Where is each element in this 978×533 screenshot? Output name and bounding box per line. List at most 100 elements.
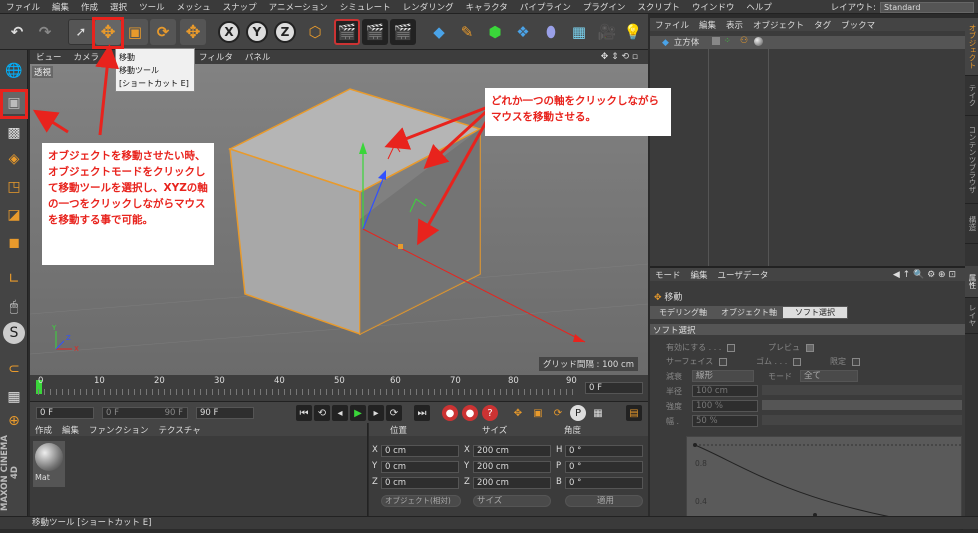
menu-mesh[interactable]: メッシュ (171, 1, 217, 13)
limit-checkbox[interactable] (851, 357, 860, 366)
end-frame-field[interactable]: 90 F (196, 407, 254, 419)
menu-tools[interactable]: ツール (133, 1, 171, 13)
surface-checkbox[interactable] (718, 357, 727, 366)
side-tab-content-browser[interactable]: コンテンツブラウザ (965, 116, 978, 204)
texture-mode-icon[interactable]: ▩ (3, 122, 25, 144)
viewport-menu-filter[interactable]: フィルタ (193, 51, 239, 63)
enable-checkbox[interactable] (726, 343, 735, 352)
material-menu-function[interactable]: ファンクション (84, 424, 154, 436)
pos-z-field[interactable]: 0 cm (381, 477, 459, 489)
menu-help[interactable]: ヘルプ (740, 1, 778, 13)
z-axis-lock-button[interactable]: Z (274, 21, 296, 43)
lock-workplane-icon[interactable]: ⊕ (3, 410, 25, 432)
preview-checkbox[interactable] (805, 343, 814, 352)
side-tab-takes[interactable]: テイク (965, 76, 978, 116)
viewport-menu-camera[interactable]: カメラ (68, 51, 106, 63)
pen-spline-icon[interactable]: ✎ (454, 19, 480, 45)
render-picture-viewer-icon[interactable]: 🎬 (362, 19, 388, 45)
attr-nav-icons[interactable]: ◀ ↑ 🔍 ⚙ ⊕ ⊡ (888, 270, 961, 280)
menu-simulate[interactable]: シミュレート (334, 1, 397, 13)
prev-frame-icon[interactable]: ◂ (332, 405, 348, 421)
key-scale-icon[interactable]: ▣ (530, 405, 546, 421)
timeline-ruler[interactable]: 0 10 20 30 40 50 60 70 80 90 0 F (30, 375, 648, 401)
go-to-end-icon[interactable]: ⏭ (414, 405, 430, 421)
menu-snap[interactable]: スナップ (217, 1, 263, 13)
play-icon[interactable]: ▶ (350, 405, 366, 421)
menu-create[interactable]: 作成 (75, 1, 104, 13)
grid-icon[interactable]: ▦ (3, 386, 25, 408)
timeline-window-icon[interactable]: ▤ (626, 405, 642, 421)
cube-primitive-icon[interactable]: ◆ (426, 19, 452, 45)
render-view-icon[interactable]: 🎬 (334, 19, 360, 45)
menu-select[interactable]: 選択 (104, 1, 133, 13)
material-menu-create[interactable]: 作成 (30, 424, 57, 436)
material-swatch[interactable]: Mat (33, 441, 65, 487)
magnet-icon[interactable]: ⊂ (3, 358, 25, 380)
viewport-nav-icons[interactable]: ✥ ⇕ ⟲ ▫ (595, 52, 644, 62)
phong-tag-icon[interactable]: ⚇ (740, 36, 748, 46)
apply-button[interactable]: 適用 (565, 495, 643, 507)
om-menu-tag[interactable]: タグ (809, 19, 836, 31)
strength-slider[interactable] (762, 400, 962, 410)
visibility-toggle-icon[interactable] (712, 37, 720, 45)
size-y-field[interactable]: 200 cm (473, 461, 551, 473)
material-menu-texture[interactable]: テクスチャ (154, 424, 206, 436)
pos-y-field[interactable]: 0 cm (381, 461, 459, 473)
radius-field[interactable]: 100 cm (692, 385, 758, 397)
x-axis-lock-button[interactable]: X (218, 21, 240, 43)
snap-icon[interactable]: S (3, 322, 25, 344)
key-param-icon[interactable]: P (570, 405, 586, 421)
menu-window[interactable]: ウインドウ (686, 1, 741, 13)
menu-character[interactable]: キャラクタ (460, 1, 514, 13)
record-keys-icon[interactable]: ● (442, 405, 458, 421)
current-frame-field[interactable]: 0 F (585, 382, 643, 394)
menu-pipeline[interactable]: パイプライン (514, 1, 577, 13)
make-editable-icon[interactable]: 🌐 (3, 60, 25, 82)
menu-edit[interactable]: 編集 (46, 1, 75, 13)
start-frame-field[interactable]: 0 F (36, 407, 94, 419)
side-tab-objects[interactable]: オブジェクト (965, 18, 978, 76)
next-frame-icon[interactable]: ▸ (368, 405, 384, 421)
prev-key-icon[interactable]: ⟲ (314, 405, 330, 421)
tab-object-axis[interactable]: オブジェクト軸 (716, 306, 782, 319)
width-field[interactable]: 50 % (692, 415, 758, 427)
object-row-cube[interactable]: ◆ 立方体 ⁘ ⚇ (650, 36, 965, 49)
key-position-icon[interactable]: ✥ (510, 405, 526, 421)
subdivision-icon[interactable]: ⬢ (482, 19, 508, 45)
menu-script[interactable]: スクリプト (631, 1, 686, 13)
rotate-tool-icon[interactable]: ⟳ (150, 19, 176, 45)
autokey-icon[interactable]: ● (462, 405, 478, 421)
menu-render[interactable]: レンダリング (397, 1, 460, 13)
rot-p-field[interactable]: 0 ° (565, 461, 643, 473)
undo-icon[interactable]: ↶ (4, 19, 30, 45)
render-settings-icon[interactable]: 🎬 (390, 19, 416, 45)
menu-plugins[interactable]: プラグイン (577, 1, 632, 13)
viewport-menu-panel[interactable]: パネル (239, 51, 277, 63)
layout-dropdown[interactable]: Standard (880, 1, 974, 13)
workplane-mode-icon[interactable]: ◈ (3, 148, 25, 170)
size-mode-dropdown[interactable]: サイズ (473, 495, 551, 507)
keyframe-selection-icon[interactable]: ? (482, 405, 498, 421)
preview-range-slider[interactable]: 0 F 90 F (102, 407, 188, 419)
coordinate-system-icon[interactable]: ⬡ (302, 19, 328, 45)
y-axis-lock-button[interactable]: Y (246, 21, 268, 43)
om-menu-edit[interactable]: 編集 (694, 19, 721, 31)
edge-mode-icon[interactable]: ◪ (3, 204, 25, 226)
strength-field[interactable]: 100 % (692, 400, 758, 412)
floor-icon[interactable]: ▦ (566, 19, 592, 45)
size-x-field[interactable]: 200 cm (473, 445, 551, 457)
redo-icon[interactable]: ↷ (32, 19, 58, 45)
om-menu-bookmark[interactable]: ブックマ (836, 19, 880, 31)
select-arrow-icon[interactable]: ➚ (68, 19, 94, 45)
side-tab-layers[interactable]: レイヤ (965, 298, 978, 334)
polygon-mode-icon[interactable]: ◼ (3, 232, 25, 254)
camera-icon[interactable]: 🎥 (594, 19, 620, 45)
tab-soft-selection[interactable]: ソフト選択 (782, 306, 848, 319)
material-menu-edit[interactable]: 編集 (57, 424, 84, 436)
key-rotation-icon[interactable]: ⟳ (550, 405, 566, 421)
attr-menu-mode[interactable]: モード (650, 269, 686, 281)
radius-slider[interactable] (762, 385, 962, 395)
next-key-icon[interactable]: ⟳ (386, 405, 402, 421)
scale-tool-icon[interactable]: ▣ (122, 19, 148, 45)
width-slider[interactable] (762, 415, 962, 425)
